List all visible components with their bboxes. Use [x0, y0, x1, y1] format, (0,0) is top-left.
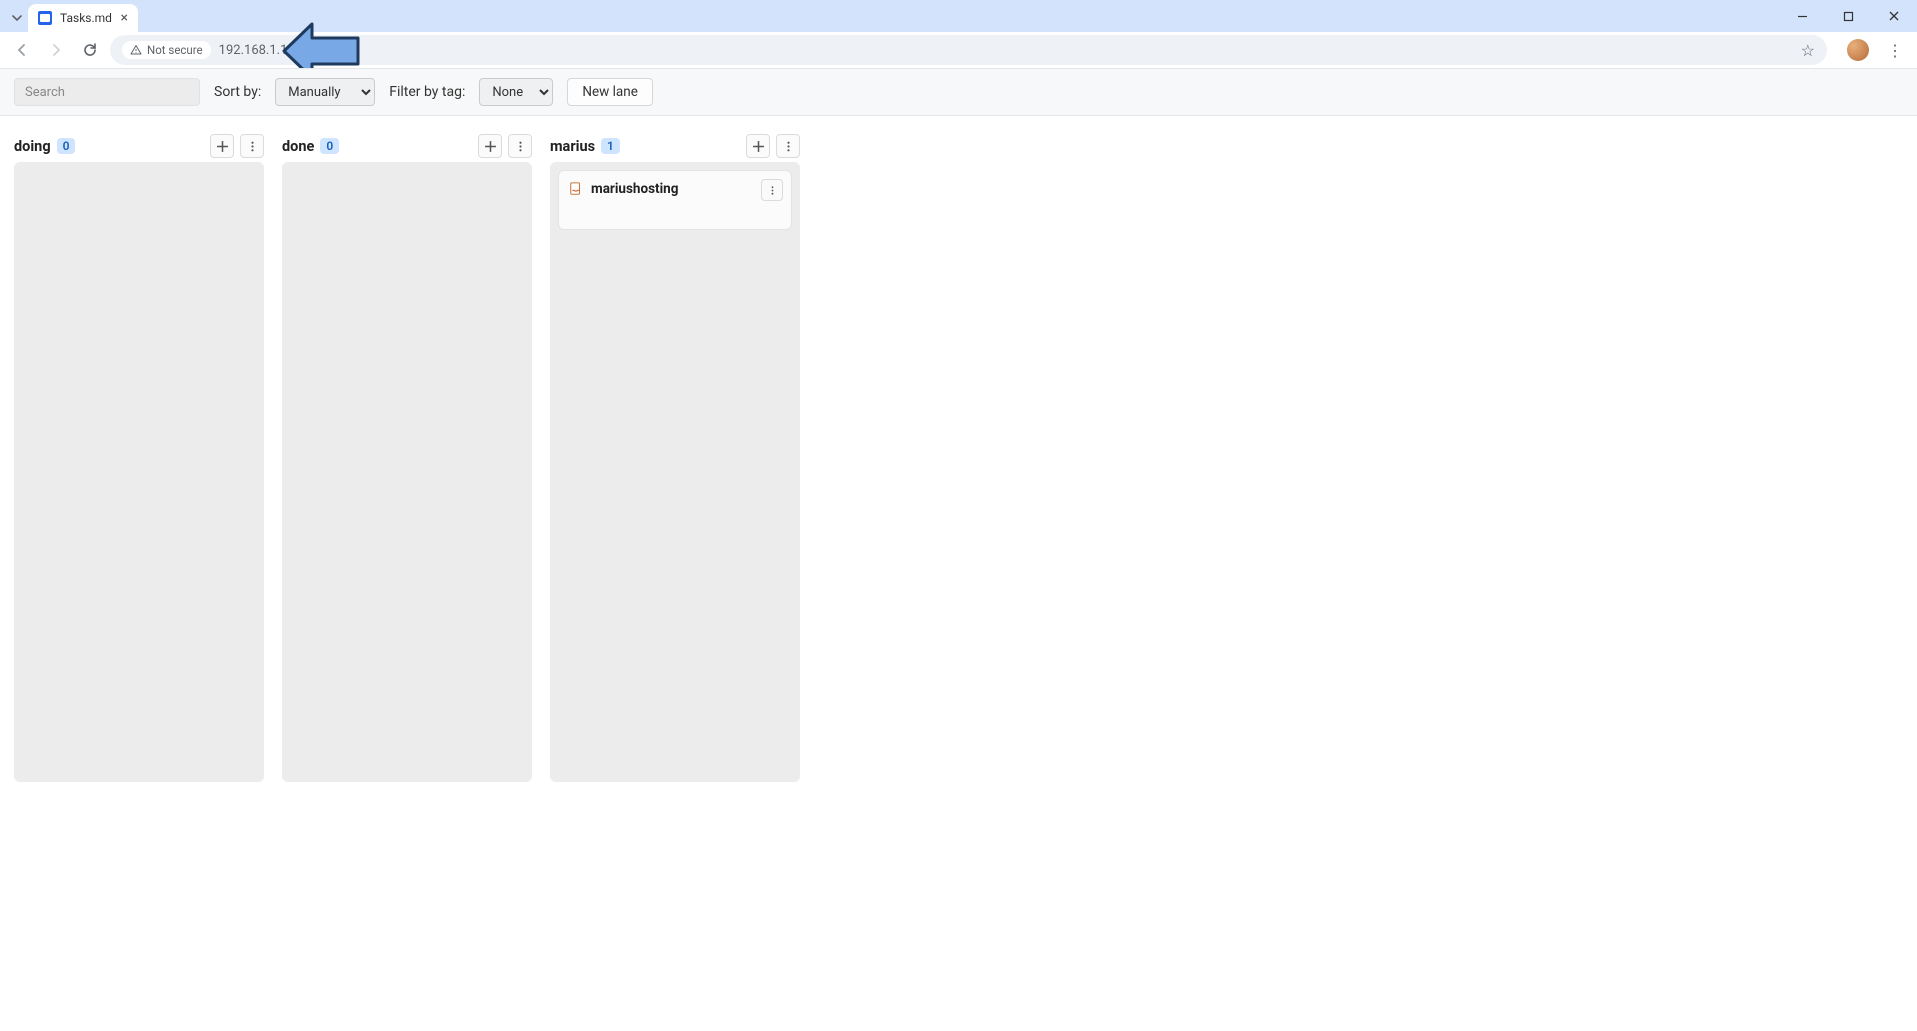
card-icon — [569, 182, 583, 196]
omnibox[interactable]: Not secure 192.168.1.18:3563 ☆ — [110, 35, 1827, 65]
sort-by-select[interactable]: Manually — [275, 78, 375, 106]
not-secure-chip[interactable]: Not secure — [122, 41, 211, 59]
window-controls — [1779, 0, 1917, 32]
card-title: mariushosting — [591, 181, 678, 197]
lane-title[interactable]: doing — [14, 138, 51, 155]
lane-marius: marius 1 mariushosting — [550, 130, 800, 782]
browser-titlebar: Tasks.md × — [0, 0, 1917, 32]
lane-header: doing 0 — [14, 130, 264, 162]
chrome-menu-button[interactable]: ⋮ — [1881, 41, 1909, 60]
lane-menu-button[interactable] — [508, 134, 532, 158]
lane-title[interactable]: done — [282, 138, 314, 155]
profile-avatar[interactable] — [1847, 39, 1869, 61]
card-menu-button[interactable] — [761, 179, 783, 201]
tab-close-icon[interactable]: × — [121, 11, 128, 25]
lane-menu-button[interactable] — [240, 134, 264, 158]
lane-body[interactable] — [282, 162, 532, 782]
lane-header: done 0 — [282, 130, 532, 162]
lane-count-badge: 1 — [601, 138, 620, 154]
browser-address-bar: Not secure 192.168.1.18:3563 ☆ ⋮ — [0, 32, 1917, 68]
window-maximize-button[interactable] — [1825, 0, 1871, 32]
lane-add-button[interactable] — [210, 134, 234, 158]
bookmark-star-icon[interactable]: ☆ — [1801, 41, 1815, 60]
tab-search-dropdown[interactable] — [6, 4, 28, 32]
nav-back-button[interactable] — [8, 36, 36, 64]
lane-done: done 0 — [282, 130, 532, 782]
lane-add-button[interactable] — [746, 134, 770, 158]
filter-by-tag-label: Filter by tag: — [389, 84, 465, 100]
new-lane-button[interactable]: New lane — [567, 78, 653, 106]
lane-add-button[interactable] — [478, 134, 502, 158]
tab-title: Tasks.md — [60, 11, 112, 25]
filter-by-tag-select[interactable]: None — [479, 78, 553, 106]
task-card[interactable]: mariushosting — [558, 170, 792, 230]
browser-tab[interactable]: Tasks.md × — [28, 4, 138, 32]
lane-doing: doing 0 — [14, 130, 264, 782]
window-close-button[interactable] — [1871, 0, 1917, 32]
warning-icon — [130, 44, 142, 56]
lane-count-badge: 0 — [57, 138, 76, 154]
app-root: Sort by: Manually Filter by tag: None Ne… — [0, 68, 1917, 796]
sort-by-label: Sort by: — [214, 84, 261, 100]
not-secure-label: Not secure — [147, 43, 203, 57]
kanban-board: doing 0 done 0 marius 1 — [0, 116, 1917, 796]
app-toolbar: Sort by: Manually Filter by tag: None Ne… — [0, 68, 1917, 116]
nav-reload-button[interactable] — [76, 36, 104, 64]
tab-favicon — [38, 11, 52, 25]
lane-body[interactable] — [14, 162, 264, 782]
url-text: 192.168.1.18:3563 — [219, 43, 327, 58]
lane-count-badge: 0 — [320, 138, 339, 154]
nav-forward-button[interactable] — [42, 36, 70, 64]
lane-menu-button[interactable] — [776, 134, 800, 158]
lane-header: marius 1 — [550, 130, 800, 162]
lane-title[interactable]: marius — [550, 138, 595, 155]
window-minimize-button[interactable] — [1779, 0, 1825, 32]
lane-body[interactable]: mariushosting — [550, 162, 800, 782]
search-input[interactable] — [14, 78, 200, 106]
